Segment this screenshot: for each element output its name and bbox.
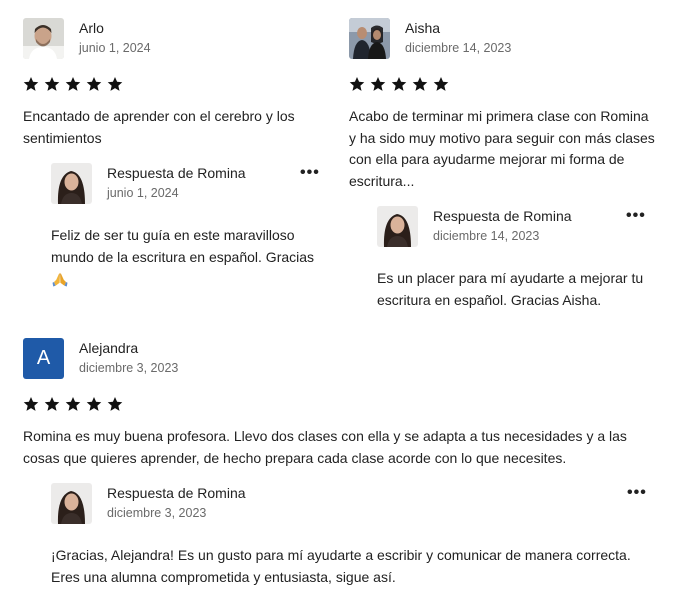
star-rating <box>23 396 663 416</box>
review-card-aisha: Aisha diciembre 14, 2023 Acabo de termin… <box>349 18 659 311</box>
review-date: diciembre 14, 2023 <box>405 41 512 55</box>
star-icon <box>44 397 60 411</box>
romina-photo <box>51 483 92 524</box>
review-author-row: Aisha diciembre 14, 2023 <box>349 18 659 60</box>
avatar[interactable] <box>349 18 390 59</box>
star-icon <box>412 77 428 91</box>
review-date: diciembre 3, 2023 <box>79 361 179 375</box>
star-icon <box>86 397 102 411</box>
review-card-arlo: Arlo junio 1, 2024 Encantado de aprender… <box>23 18 323 290</box>
more-options-icon[interactable]: ••• <box>300 165 320 181</box>
avatar <box>51 163 92 204</box>
reply-text: Es un placer para mí ayudarte a mejorar … <box>377 270 644 308</box>
reply-text: Feliz de ser tu guía en este maravilloso… <box>51 225 317 290</box>
reply-date: junio 1, 2024 <box>107 186 179 200</box>
aisha-photo <box>349 18 390 59</box>
star-rating <box>23 76 323 96</box>
avatar <box>377 206 418 247</box>
reply-title: Respuesta de Romina <box>107 165 246 181</box>
review-text: Acabo de terminar mi primera clase con R… <box>349 108 655 189</box>
star-icon <box>65 77 81 91</box>
review-author-row: A Alejandra diciembre 3, 2023 <box>23 338 663 380</box>
romina-photo <box>377 206 418 247</box>
more-options-icon[interactable]: ••• <box>626 208 646 224</box>
more-options-icon[interactable]: ••• <box>627 485 647 501</box>
star-icon <box>65 397 81 411</box>
star-icon <box>391 77 407 91</box>
star-icon <box>370 77 386 91</box>
review-date: junio 1, 2024 <box>79 41 151 55</box>
reply-title: Respuesta de Romina <box>433 208 572 224</box>
reply-date: diciembre 14, 2023 <box>433 229 540 243</box>
star-rating <box>349 76 659 96</box>
review-author-name[interactable]: Alejandra <box>79 340 178 357</box>
review-text: Romina es muy buena profesora. Llevo dos… <box>23 428 627 466</box>
reply-title: Respuesta de Romina <box>107 485 246 501</box>
avatar[interactable]: A <box>23 338 64 379</box>
romina-photo <box>51 163 92 204</box>
avatar <box>51 483 92 524</box>
folded-hands-icon <box>52 272 68 287</box>
arlo-photo <box>23 18 64 59</box>
host-reply: Respuesta de Romina diciembre 3, 2023 ••… <box>51 483 651 588</box>
review-author-name[interactable]: Aisha <box>405 20 511 37</box>
star-icon <box>44 77 60 91</box>
reply-date: diciembre 3, 2023 <box>107 506 207 520</box>
review-author-row: Arlo junio 1, 2024 <box>23 18 323 60</box>
star-icon <box>23 397 39 411</box>
review-author-name[interactable]: Arlo <box>79 20 151 37</box>
star-icon <box>86 77 102 91</box>
star-icon <box>433 77 449 91</box>
review-card-alejandra: A Alejandra diciembre 3, 2023 Romina es … <box>23 338 663 588</box>
star-icon <box>349 77 365 91</box>
star-icon <box>107 77 123 91</box>
host-reply: Respuesta de Romina junio 1, 2024 ••• Fe… <box>51 163 320 290</box>
star-icon <box>107 397 123 411</box>
avatar[interactable] <box>23 18 64 59</box>
star-icon <box>23 77 39 91</box>
reply-text: ¡Gracias, Alejandra! Es un gusto para mí… <box>51 547 631 585</box>
review-text: Encantado de aprender con el cerebro y l… <box>23 108 295 146</box>
host-reply: Respuesta de Romina diciembre 14, 2023 •… <box>377 206 647 311</box>
